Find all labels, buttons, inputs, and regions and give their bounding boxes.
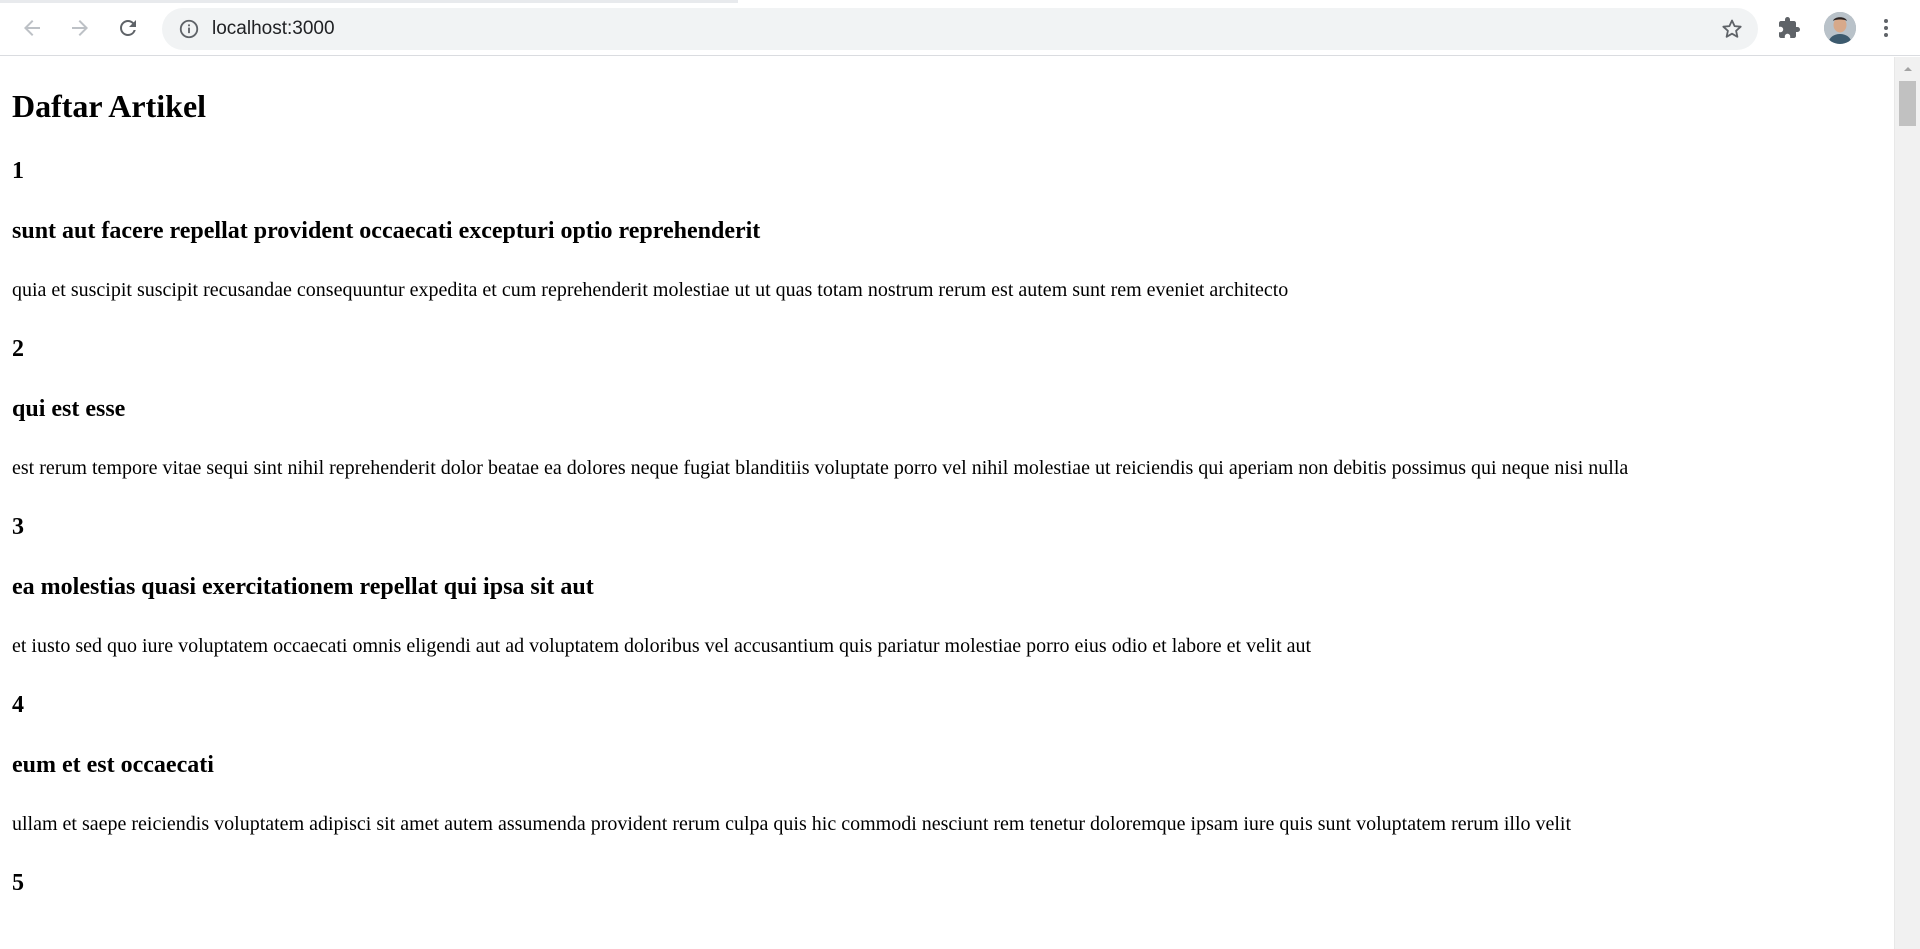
article-id: 1: [12, 158, 24, 184]
reload-button[interactable]: [112, 12, 144, 44]
tabstrip: [0, 0, 1920, 3]
article-item: 4 eum et est occaecati ullam et saepe re…: [12, 691, 1894, 837]
article-id: 2: [12, 336, 24, 362]
browser-toolbar: localhost:3000: [0, 0, 1920, 56]
arrow-right-icon: [72, 20, 88, 36]
vertical-scrollbar[interactable]: [1894, 57, 1920, 949]
article-id: 3: [12, 514, 24, 540]
active-tab-edge: [0, 0, 738, 3]
profile-photo-icon: [1824, 12, 1856, 44]
article-title: eum et est occaecati: [12, 752, 214, 778]
article-item: 1 sunt aut facere repellat provident occ…: [12, 157, 1894, 303]
scrollbar-thumb[interactable]: [1899, 81, 1916, 126]
article-body: quia et suscipit suscipit recusandae con…: [12, 279, 1289, 301]
page-viewport: Daftar Artikel 1 sunt aut facere repella…: [0, 57, 1894, 949]
info-icon[interactable]: [178, 18, 200, 40]
browser-menu-button[interactable]: [1870, 12, 1902, 44]
star-icon[interactable]: [1720, 17, 1744, 41]
article-item: 5: [12, 869, 1894, 897]
article-title: sunt aut facere repellat provident occae…: [12, 218, 761, 244]
address-bar[interactable]: localhost:3000: [162, 8, 1758, 50]
article-body: ullam et saepe reiciendis voluptatem adi…: [12, 813, 1572, 835]
article-item: 3 ea molestias quasi exercitationem repe…: [12, 513, 1894, 659]
article-body: et iusto sed quo iure voluptatem occaeca…: [12, 635, 1312, 657]
article-title: ea molestias quasi exercitationem repell…: [12, 574, 594, 600]
back-button[interactable]: [16, 12, 48, 44]
article-title: qui est esse: [12, 396, 126, 422]
scroll-up-button[interactable]: [1895, 57, 1920, 81]
page-title: Daftar Artikel: [12, 88, 207, 124]
profile-avatar[interactable]: [1824, 12, 1856, 44]
puzzle-icon: [1779, 17, 1800, 38]
arrow-left-icon: [24, 20, 40, 36]
extensions-button[interactable]: [1773, 12, 1805, 44]
article-list: Daftar Artikel 1 sunt aut facere repella…: [0, 57, 1894, 897]
article-id: 4: [12, 692, 24, 718]
article-item: 2 qui est esse est rerum tempore vitae s…: [12, 335, 1894, 481]
url-text[interactable]: localhost:3000: [212, 8, 335, 50]
kebab-menu-icon: [1884, 19, 1888, 37]
article-id: 5: [12, 870, 24, 896]
article-body: est rerum tempore vitae sequi sint nihil…: [12, 457, 1629, 479]
forward-button[interactable]: [64, 12, 96, 44]
caret-up-icon: [1903, 67, 1912, 71]
reload-icon: [120, 20, 136, 36]
